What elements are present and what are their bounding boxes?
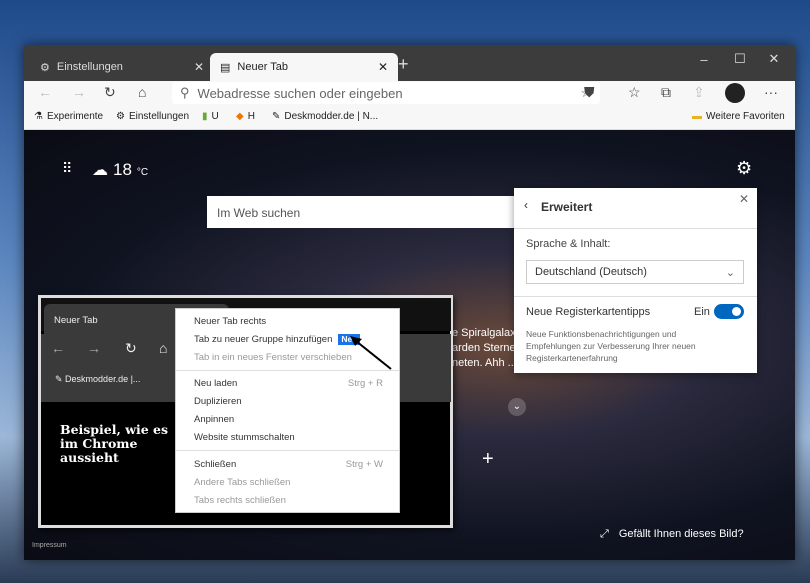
forward-icon: → <box>87 340 101 356</box>
favorites-bar: ⚗ Experimente ⚙ Einstellungen ▮ U ◆ H ✎ Deskm… <box>24 106 795 130</box>
toolbar: ← → ↻ ⌂ ⚲ Webadresse suchen oder eingeben… <box>24 81 795 106</box>
bookmark-icon: ◆ <box>236 111 244 122</box>
tab-einstellungen[interactable]: ⚙ Einstellungen ✕ <box>30 53 214 81</box>
menu-item[interactable]: Website stummschalten <box>194 432 383 443</box>
panel-title: Erweitert <box>541 200 593 214</box>
expand-icon: ⤢ <box>600 528 609 540</box>
close-icon[interactable]: ✕ <box>739 192 749 206</box>
search-icon: ⚲ <box>180 85 190 100</box>
menu-item[interactable]: Andere Tabs schließen <box>194 477 383 488</box>
fav-u[interactable]: ▮ U <box>202 111 219 122</box>
folder-icon: ▬ <box>692 111 702 122</box>
minimize-button[interactable]: – <box>685 45 723 73</box>
language-label: Sprache & Inhalt: <box>526 238 611 250</box>
menu-item[interactable]: Neuer Tab rechts <box>194 316 383 327</box>
title-bar: ⚙ Einstellungen ✕ ▤ Neuer Tab ✕ + – ☐ ✕ <box>24 45 795 81</box>
profile-avatar[interactable] <box>725 83 745 103</box>
new-tab-button[interactable]: + <box>398 54 409 75</box>
maximize-button[interactable]: ☐ <box>721 45 759 73</box>
fav-deskmodder[interactable]: ✎ Deskmodder.de | N... <box>272 111 378 122</box>
gear-icon: ⚙ <box>116 111 125 122</box>
settings-panel: ‹ Erweitert ✕ Sprache & Inhalt: Deutschl… <box>514 188 757 373</box>
bookmark-icon: ▮ <box>202 111 208 122</box>
pen-icon: ✎ <box>55 374 66 384</box>
back-icon[interactable]: ← <box>38 84 52 100</box>
back-icon: ← <box>51 340 65 356</box>
other-favorites[interactable]: ▬ Weitere Favoriten <box>692 111 785 122</box>
refresh-icon[interactable]: ↻ <box>104 84 116 101</box>
shield-icon[interactable]: ⛊ <box>584 84 595 101</box>
arrow-annotation-icon <box>350 336 392 370</box>
fav-h[interactable]: ◆ H <box>236 111 255 122</box>
favorites-icon[interactable]: ☆ <box>628 84 641 101</box>
chevron-down-icon[interactable]: ⌄ <box>508 398 526 416</box>
tips-toggle[interactable] <box>714 304 744 319</box>
image-caption: e Spiralgalaxi arden Sterner neten. Ahh ..… <box>452 327 520 369</box>
flask-icon: ⚗ <box>34 111 43 122</box>
weather-widget[interactable]: ☁ 18 °C <box>92 160 148 180</box>
chrome-example-screenshot: Neuer Tab ← → ↻ ⌂ ✎ Deskmodder.de |... B… <box>38 295 453 528</box>
like-image-link[interactable]: ⤢ Gefällt Ihnen dieses Bild? <box>600 528 744 541</box>
context-menu: Neuer Tab rechts Tab zu neuer Gruppe hin… <box>175 308 400 513</box>
more-menu-button[interactable]: ··· <box>764 84 778 100</box>
back-icon[interactable]: ‹ <box>524 198 528 212</box>
refresh-icon: ↻ <box>125 340 137 356</box>
menu-item[interactable]: Anpinnen <box>194 414 383 425</box>
browser-window: ⚙ Einstellungen ✕ ▤ Neuer Tab ✕ + – ☐ ✕ ← → … <box>24 45 795 560</box>
imprint-link[interactable]: Impressum <box>32 542 67 549</box>
tips-label: Neue Registerkartentipps <box>526 306 651 318</box>
chrome-bookmark: ✎ Deskmodder.de |... <box>55 374 141 384</box>
tab-neuer-tab[interactable]: ▤ Neuer Tab ✕ <box>210 53 398 81</box>
fav-experimente[interactable]: ⚗ Experimente <box>34 111 103 122</box>
collections-icon[interactable]: ⧉ <box>661 84 671 101</box>
close-button[interactable]: ✕ <box>755 45 793 73</box>
settings-gear-icon[interactable]: ⚙ <box>736 158 752 179</box>
share-icon[interactable]: ⇪ <box>693 84 705 101</box>
gear-icon: ⚙ <box>40 61 50 74</box>
menu-item[interactable]: Schließen Strg + W <box>194 459 383 470</box>
web-search-input[interactable]: Im Web suchen <box>207 196 517 228</box>
new-tab-page: ⠿ ☁ 18 °C ⚙ Im Web suchen e Spiralgalaxi ar… <box>24 130 795 560</box>
menu-item[interactable]: Duplizieren <box>194 396 383 407</box>
fav-einstellungen[interactable]: ⚙ Einstellungen <box>116 111 189 122</box>
close-tab-icon[interactable]: ✕ <box>194 60 204 74</box>
chrome-caption: Beispiel, wie es im Chrome aussieht <box>60 422 169 465</box>
forward-icon[interactable]: → <box>72 84 86 100</box>
close-tab-icon[interactable]: ✕ <box>378 60 388 74</box>
menu-item[interactable]: Neu laden Strg + R <box>194 378 383 389</box>
apps-grid-icon[interactable]: ⠿ <box>62 160 72 177</box>
menu-item[interactable]: Tabs rechts schließen <box>194 495 383 506</box>
address-bar[interactable]: ⚲ Webadresse suchen oder eingeben ☆ <box>172 82 600 104</box>
home-icon: ⌂ <box>159 340 168 356</box>
tips-state: Ein <box>694 306 710 318</box>
pen-icon: ✎ <box>272 111 281 122</box>
cloud-icon: ☁ <box>92 162 108 179</box>
tips-description: Neue Funktionsbenachrichtigungen und Emp… <box>526 329 696 363</box>
newtab-icon: ▤ <box>220 61 231 74</box>
chevron-down-icon: ⌄ <box>725 267 735 279</box>
add-tile-icon[interactable]: + <box>482 448 494 471</box>
language-select[interactable]: Deutschland (Deutsch) ⌄ <box>526 260 744 284</box>
home-icon[interactable]: ⌂ <box>138 84 146 100</box>
